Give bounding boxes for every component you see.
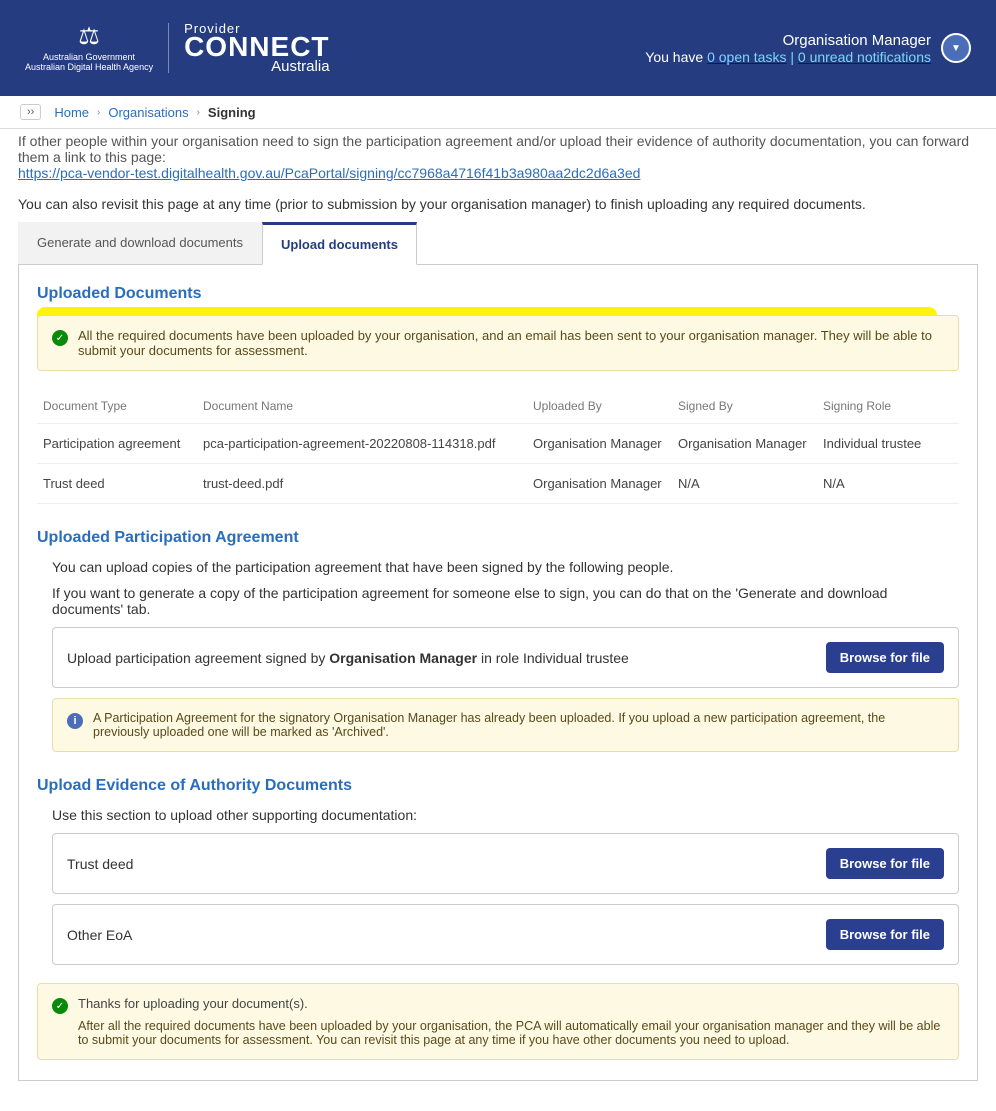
gov-line2: Australian Digital Health Agency xyxy=(25,62,153,73)
breadcrumb: ›› Home › Organisations › Signing xyxy=(0,96,996,129)
thanks-box: ✓ Thanks for uploading your document(s).… xyxy=(37,983,959,1060)
revisit-text: You can also revisit this page at any ti… xyxy=(18,196,978,212)
breadcrumb-expand-button[interactable]: ›› xyxy=(20,104,41,120)
pa-info-message: A Participation Agreement for the signat… xyxy=(93,711,944,739)
intro-cutoff-text: If other people within your organisation… xyxy=(18,133,978,165)
pa-desc1: You can upload copies of the participati… xyxy=(52,559,959,575)
tab-bar: Generate and download documents Upload d… xyxy=(18,222,978,265)
col-doc-type: Document Type xyxy=(37,389,197,424)
success-notification: ✓ All the required documents have been u… xyxy=(37,315,959,371)
upload-other-eoa-row: Other EoA Browse for file xyxy=(52,904,959,965)
check-circle-icon: ✓ xyxy=(52,998,68,1014)
uploaded-documents-title: Uploaded Documents xyxy=(37,285,959,303)
open-tasks-link[interactable]: 0 open tasks xyxy=(707,49,786,65)
header-divider xyxy=(168,23,169,73)
tab-upload[interactable]: Upload documents xyxy=(262,222,417,265)
chevron-down-icon: ▼ xyxy=(951,43,961,54)
documents-table: Document Type Document Name Uploaded By … xyxy=(37,389,959,504)
other-eoa-label: Other EoA xyxy=(67,927,132,943)
browse-pa-button[interactable]: Browse for file xyxy=(826,642,944,673)
browse-other-eoa-button[interactable]: Browse for file xyxy=(826,919,944,950)
notifications-link[interactable]: 0 unread notifications xyxy=(798,49,931,65)
chevron-right-icon: › xyxy=(197,107,200,118)
info-icon: i xyxy=(67,713,83,729)
upload-pa-row: Upload participation agreement signed by… xyxy=(52,627,959,688)
col-doc-name: Document Name xyxy=(197,389,527,424)
breadcrumb-home[interactable]: Home xyxy=(54,105,89,120)
pa-desc2: If you want to generate a copy of the pa… xyxy=(52,585,959,617)
col-signing-role: Signing Role xyxy=(817,389,959,424)
header-left: ⚖ Australian Government Australian Digit… xyxy=(25,23,330,73)
upload-panel: Uploaded Documents ✓ All the required do… xyxy=(18,265,978,1081)
table-row: Participation agreement pca-participatio… xyxy=(37,424,959,464)
eoa-title: Upload Evidence of Authority Documents xyxy=(37,777,959,795)
trust-deed-label: Trust deed xyxy=(67,856,133,872)
thanks-body: After all the required documents have be… xyxy=(78,1019,944,1047)
check-circle-icon: ✓ xyxy=(52,330,68,346)
gov-line1: Australian Government xyxy=(25,52,153,63)
breadcrumb-organisations[interactable]: Organisations xyxy=(108,105,188,120)
upload-trust-deed-row: Trust deed Browse for file xyxy=(52,833,959,894)
eoa-desc: Use this section to upload other support… xyxy=(52,807,959,823)
pa-title: Uploaded Participation Agreement xyxy=(37,529,959,547)
gov-logo: ⚖ Australian Government Australian Digit… xyxy=(25,23,153,73)
user-role: Organisation Manager xyxy=(645,32,931,49)
tasks-line: You have 0 open tasks | 0 unread notific… xyxy=(645,49,931,65)
breadcrumb-current: Signing xyxy=(208,105,256,120)
tab-generate[interactable]: Generate and download documents xyxy=(18,222,262,264)
upload-pa-label: Upload participation agreement signed by… xyxy=(67,650,629,666)
chevron-right-icon: › xyxy=(97,107,100,118)
signing-link[interactable]: https://pca-vendor-test.digitalhealth.go… xyxy=(18,165,640,181)
main-content: If other people within your organisation… xyxy=(0,133,996,1111)
col-uploaded-by: Uploaded By xyxy=(527,389,672,424)
participation-agreement-section: Uploaded Participation Agreement You can… xyxy=(37,529,959,752)
thanks-title: Thanks for uploading your document(s). xyxy=(78,996,944,1011)
app-header: ⚖ Australian Government Australian Digit… xyxy=(0,0,996,96)
success-message: All the required documents have been upl… xyxy=(78,328,944,358)
table-row: Trust deed trust-deed.pdf Organisation M… xyxy=(37,464,959,504)
header-right: Organisation Manager You have 0 open tas… xyxy=(645,32,971,65)
pa-info-box: i A Participation Agreement for the sign… xyxy=(52,698,959,752)
pca-logo: Provider CONNECT Australia xyxy=(184,23,329,73)
user-menu-button[interactable]: ▼ xyxy=(941,33,971,63)
browse-trust-deed-button[interactable]: Browse for file xyxy=(826,848,944,879)
col-signed-by: Signed By xyxy=(672,389,817,424)
coat-of-arms-icon: ⚖ xyxy=(25,23,153,52)
